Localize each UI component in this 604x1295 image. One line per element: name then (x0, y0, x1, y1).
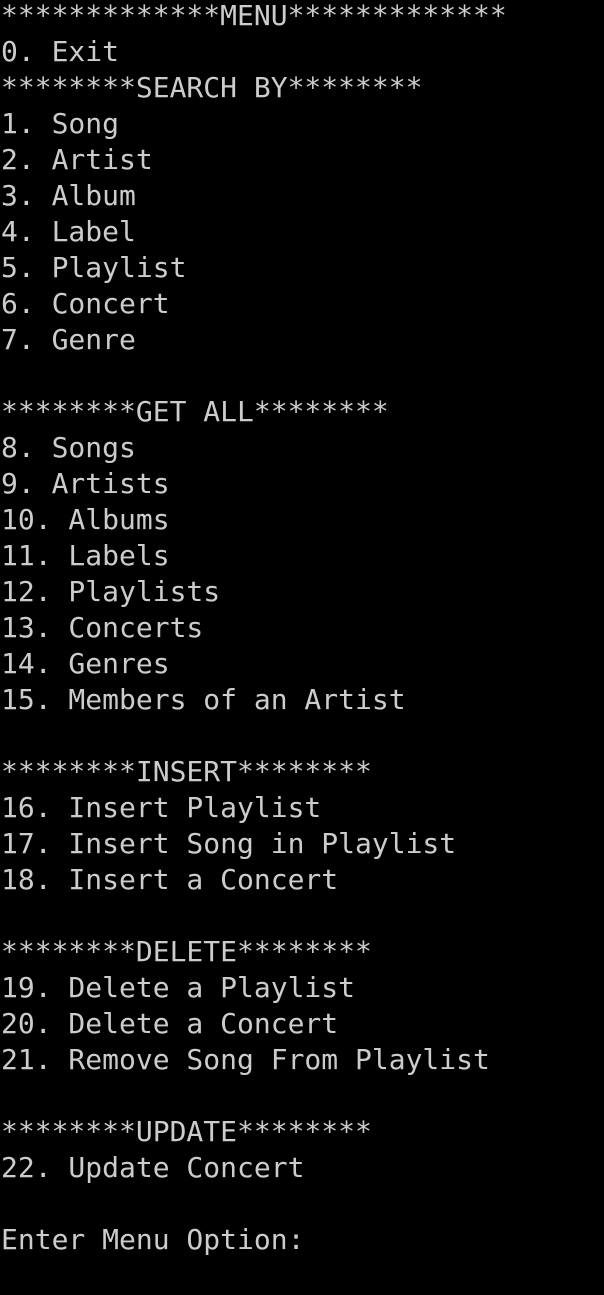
menu-option-exit: 0. Exit (1, 35, 120, 68)
menu-option-album: 3. Album (1, 179, 136, 212)
section-heading-delete: ********DELETE******** (1, 935, 372, 968)
menu-option-insert-song-in-playlist: 17. Insert Song in Playlist (1, 827, 457, 860)
section-heading-search-by: ********SEARCH BY******** (1, 71, 423, 104)
input-prompt[interactable]: Enter Menu Option: (0, 1222, 604, 1258)
menu-option-delete-playlist: 19. Delete a Playlist (1, 971, 356, 1004)
menu-option-artist: 2. Artist (1, 143, 153, 176)
menu-option-insert-concert: 18. Insert a Concert (1, 863, 339, 896)
menu-option-playlists: 12. Playlists (1, 575, 221, 608)
menu-header: *************MENU************* (1, 0, 507, 32)
menu-option-label: 4. Label (1, 215, 136, 248)
section-heading-get-all: ********GET ALL******** (1, 395, 389, 428)
menu-option-albums: 10. Albums (1, 503, 170, 536)
menu-option-genre: 7. Genre (1, 323, 136, 356)
console-window[interactable]: *************MENU************* 0. Exit *… (0, 0, 604, 1293)
menu-option-concerts: 13. Concerts (1, 611, 204, 644)
menu-option-playlist: 5. Playlist (1, 251, 187, 284)
menu-option-genres: 14. Genres (1, 647, 170, 680)
menu-option-song: 1. Song (1, 107, 120, 140)
menu-option-concert: 6. Concert (1, 287, 170, 320)
menu-option-delete-concert: 20. Delete a Concert (1, 1007, 339, 1040)
menu-option-artists: 9. Artists (1, 467, 170, 500)
menu-option-update-concert: 22. Update Concert (1, 1151, 305, 1184)
menu-option-songs: 8. Songs (1, 431, 136, 464)
section-heading-insert: ********INSERT******** (1, 755, 372, 788)
menu-option-artist-members: 15. Members of an Artist (1, 683, 406, 716)
menu-option-remove-song-from-playlist: 21. Remove Song From Playlist (1, 1043, 490, 1076)
menu-option-labels: 11. Labels (1, 539, 170, 572)
section-heading-update: ********UPDATE******** (1, 1115, 372, 1148)
menu-option-insert-playlist: 16. Insert Playlist (1, 791, 322, 824)
